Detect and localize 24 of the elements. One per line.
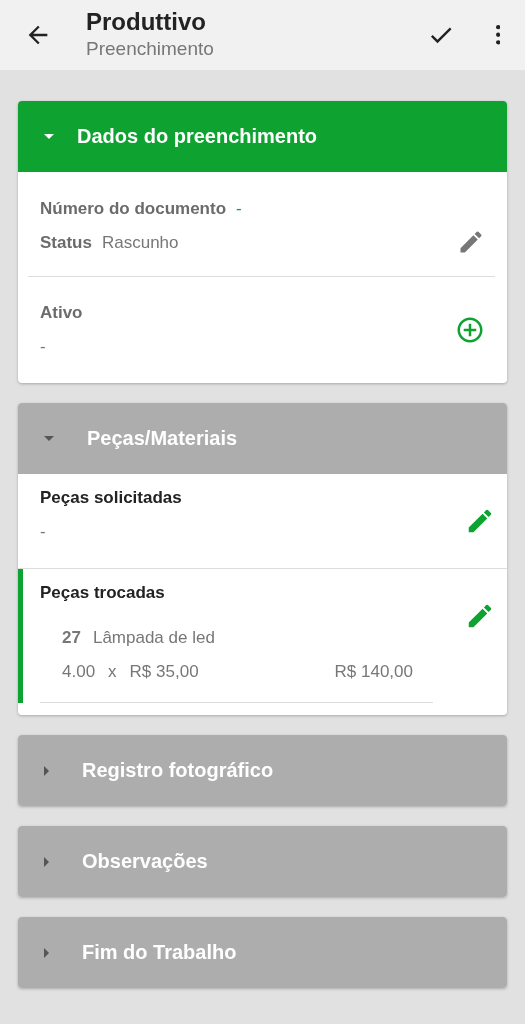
- section-header[interactable]: Dados do preenchimento: [18, 101, 507, 172]
- app-subtitle: Preenchimento: [86, 37, 215, 61]
- parts-group[interactable]: Peças solicitadas -: [18, 474, 507, 569]
- group-value: -: [40, 522, 46, 542]
- part-code: 27: [62, 628, 81, 648]
- field-label: Status: [40, 233, 92, 253]
- section-header[interactable]: Observações: [18, 826, 507, 897]
- part-name: Lâmpada de led: [92, 628, 215, 648]
- part-quantity: 4.00: [62, 662, 96, 682]
- unit-price: R$ 35,00: [129, 662, 199, 682]
- field-label: Ativo: [40, 303, 83, 323]
- parts-group[interactable]: Peças trocadas 27 Lâmpada de led 4.00 x R$ 35,00 R$ 140,00: [18, 569, 507, 703]
- section-header[interactable]: Peças/Materiais: [18, 403, 507, 474]
- group-title: Peças solicitadas: [40, 488, 183, 508]
- app-title: Produttivo: [86, 8, 207, 36]
- field-label: Número do documento: [40, 199, 227, 219]
- field-value: -: [40, 337, 46, 357]
- total-price: R$ 140,00: [334, 662, 413, 682]
- field-value: -: [236, 199, 242, 219]
- section-header[interactable]: Fim do Trabalho: [18, 917, 507, 988]
- multiply-sign: x: [108, 662, 117, 682]
- field-value: Rascunho: [101, 233, 179, 253]
- group-title: Peças trocadas: [40, 583, 166, 603]
- section-header[interactable]: Registro fotográfico: [18, 735, 507, 806]
